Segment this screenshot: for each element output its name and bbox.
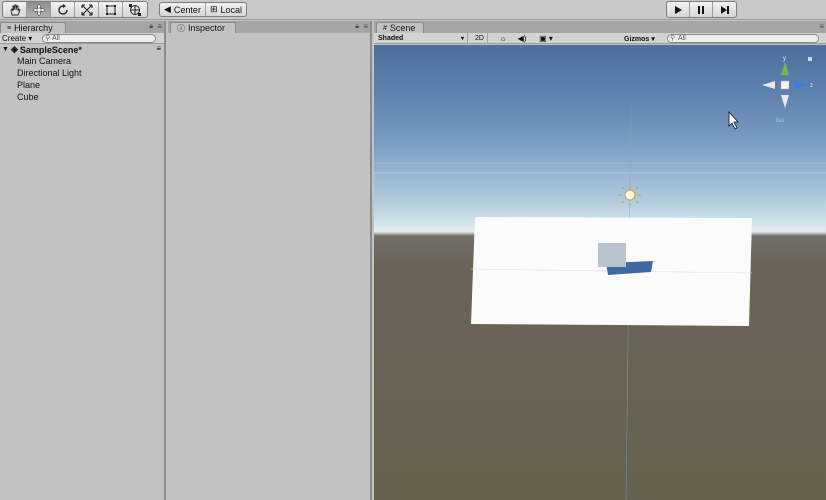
scene-root-row[interactable]: ▼ ◈ SampleScene* ≡	[0, 44, 164, 55]
grid-icon: #	[383, 24, 387, 32]
tab-scene[interactable]: # Scene	[376, 22, 424, 33]
gizmo-lock-icon[interactable]	[808, 57, 812, 61]
pivot-center-icon: ◀	[164, 4, 171, 14]
gizmo-projection-label[interactable]: Iso	[776, 118, 785, 124]
scene-viewport[interactable]: y z Iso	[374, 45, 826, 500]
create-button[interactable]: Create ▾	[2, 34, 32, 43]
scene-name: SampleScene*	[19, 44, 82, 55]
image-icon: ▣ ▾	[539, 34, 553, 43]
orientation-gizmo[interactable]: y z Iso	[762, 56, 813, 124]
mouse-cursor-icon	[728, 110, 739, 130]
hierarchy-item[interactable]: Plane	[0, 79, 164, 91]
gizmo-y-axis[interactable]	[781, 62, 789, 75]
tab-inspector[interactable]: ⓘ Inspector	[170, 22, 236, 33]
dropdown-arrow-icon: ▾	[460, 36, 464, 42]
transform-tools	[2, 1, 148, 18]
scene-search-placeholder: All	[678, 35, 686, 42]
scale-icon	[80, 3, 93, 16]
scene-menu-icon[interactable]: ≡	[156, 44, 161, 53]
rotate-tool-button[interactable]	[51, 2, 75, 17]
scene-toolbar: Shaded ▾ 2D ☼ ◀) ▣ ▾ Gizmos ▾ ⚲ All	[374, 33, 826, 44]
pause-button[interactable]	[690, 2, 713, 17]
play-icon	[675, 5, 682, 14]
hand-icon	[10, 4, 21, 15]
rotate-icon	[57, 3, 68, 15]
scene-search-input[interactable]: ⚲ All	[667, 34, 819, 43]
panel-menu-icon[interactable]: ≡	[157, 22, 162, 31]
panel-menu-icon[interactable]: ≡	[819, 22, 824, 31]
transform-icon	[129, 3, 141, 16]
inspector-tabbar: ⓘ Inspector 🔒︎ ≡	[168, 21, 370, 33]
cube-object[interactable]	[598, 243, 626, 267]
hierarchy-tabbar: ≡ Hierarchy 🔒︎ ≡	[0, 21, 164, 33]
sun-icon: ☼	[499, 34, 507, 43]
scene-panel: # Scene ≡ Shaded ▾ 2D ☼ ◀) ▣ ▾ Gizmos ▾ …	[374, 21, 826, 500]
tab-hierarchy-label: Hierarchy	[14, 23, 53, 33]
rect-tool-button[interactable]	[99, 2, 123, 17]
shading-mode-dropdown[interactable]: Shaded ▾	[378, 33, 468, 44]
scale-tool-button[interactable]	[75, 2, 99, 17]
hierarchy-search-input[interactable]: ⚲ All	[42, 34, 156, 43]
playback-controls	[666, 1, 737, 18]
step-button[interactable]	[713, 2, 736, 17]
search-icon: ⚲	[670, 35, 676, 42]
expand-triangle-icon[interactable]: ▼	[2, 46, 9, 53]
lock-icon[interactable]: 🔒︎	[355, 23, 359, 31]
audio-toggle[interactable]: ◀)	[515, 33, 529, 44]
scene-tabbar: # Scene ≡	[374, 21, 826, 33]
hierarchy-item[interactable]: Main Camera	[0, 55, 164, 67]
main-toolbar: ◀ Center ⊞ Local	[0, 0, 826, 20]
rect-icon	[105, 4, 116, 15]
gizmo-z-label: z	[810, 83, 813, 89]
move-tool-button[interactable]	[27, 2, 51, 17]
gizmos-dropdown[interactable]: Gizmos ▾	[624, 33, 655, 44]
hierarchy-search-placeholder: All	[52, 35, 60, 42]
pivot-local-icon: ⊞	[209, 4, 218, 14]
gizmo-neg-z-axis[interactable]	[762, 81, 775, 89]
gizmo-z-axis[interactable]	[795, 81, 808, 89]
hierarchy-item[interactable]: Directional Light	[0, 67, 164, 79]
pivot-local-button[interactable]: ⊞ Local	[206, 3, 246, 16]
speaker-icon: ◀)	[517, 34, 527, 43]
pivot-local-label: Local	[220, 4, 242, 15]
tab-scene-label: Scene	[389, 23, 416, 33]
info-icon: ⓘ	[177, 23, 185, 33]
lighting-toggle[interactable]: ☼	[496, 33, 510, 44]
pivot-center-button[interactable]: ◀ Center	[160, 3, 206, 16]
move-arrows-icon	[32, 3, 45, 16]
lock-icon[interactable]: 🔒︎	[149, 23, 153, 31]
mode-2d-toggle[interactable]: 2D	[472, 33, 488, 44]
inspector-panel: ⓘ Inspector 🔒︎ ≡	[168, 21, 372, 500]
search-icon: ⚲	[45, 35, 51, 42]
play-button[interactable]	[667, 2, 690, 17]
pivot-center-label: Center	[173, 4, 201, 15]
hierarchy-subbar: Create ▾ ⚲ All	[0, 33, 164, 44]
shading-mode-label: Shaded	[378, 35, 404, 42]
tab-hierarchy[interactable]: ≡ Hierarchy	[0, 22, 66, 33]
hierarchy-panel: ≡ Hierarchy 🔒︎ ≡ Create ▾ ⚲ All ▼ ◈ Samp…	[0, 21, 166, 500]
gizmo-neg-y-axis[interactable]	[781, 95, 789, 108]
pivot-toggles: ◀ Center ⊞ Local	[159, 2, 247, 17]
unity-scene-icon: ◈	[10, 44, 18, 54]
effects-dropdown[interactable]: ▣ ▾	[535, 33, 557, 44]
step-icon	[720, 5, 729, 14]
list-icon: ≡	[7, 24, 12, 32]
tab-inspector-label: Inspector	[188, 23, 226, 33]
gizmo-y-label: y	[783, 56, 786, 62]
hand-tool-button[interactable]	[3, 2, 27, 17]
hierarchy-item[interactable]: Cube	[0, 91, 164, 103]
panel-menu-icon[interactable]: ≡	[363, 22, 368, 31]
pause-icon	[698, 5, 704, 14]
transform-tool-button[interactable]	[123, 2, 147, 17]
